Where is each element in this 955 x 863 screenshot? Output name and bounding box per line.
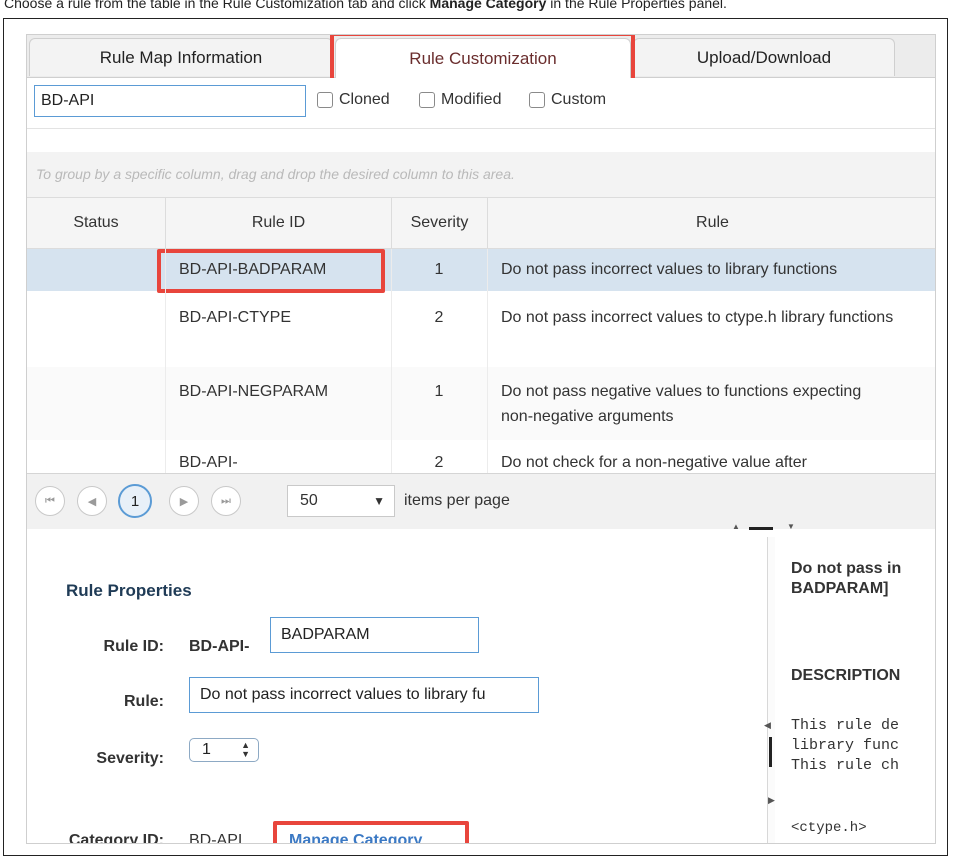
severity-cell: 1 (434, 261, 444, 278)
manage-category-link[interactable]: Manage Category (289, 832, 422, 843)
rule-id-prefix: BD-API- (189, 638, 250, 655)
rule-cell: Do not pass negative values to functions… (501, 383, 862, 425)
collapse-down-icon[interactable]: ▼ (787, 522, 795, 531)
category-id-label: Category ID: (68, 832, 164, 844)
splitter-grip-icon[interactable] (749, 527, 773, 530)
vertical-splitter[interactable]: ◀ ▶ (764, 537, 775, 843)
instruction-text: Choose a rule from the table in the Rule… (4, 0, 727, 11)
severity-cell: 1 (434, 383, 444, 400)
splitter-grip-icon[interactable] (769, 737, 772, 767)
next-page-icon[interactable]: ▶ (169, 486, 199, 516)
doc-title-line: BADPARAM] (791, 580, 889, 597)
tab-upload-download[interactable]: Upload/Download (633, 38, 895, 76)
rule-id-cell: BD-API-BADPARAM (179, 261, 327, 278)
stepper-arrows-icon[interactable]: ▲ ▼ (241, 741, 250, 759)
rule-cell: Do not pass incorrect values to library … (501, 261, 838, 278)
doc-text-line: This rule ch (791, 757, 900, 774)
doc-text-line: This rule de (791, 717, 900, 734)
checkbox-icon[interactable] (529, 92, 545, 108)
current-page-button[interactable]: 1 (118, 484, 152, 518)
rule-input[interactable]: Do not pass incorrect values to library … (189, 677, 539, 713)
collapse-left-icon[interactable]: ◀ (764, 720, 771, 731)
severity-value: 1 (202, 741, 211, 758)
rule-id-input[interactable]: BADPARAM (270, 617, 479, 653)
rule-properties-panel: Rule Properties Rule ID: BD-API- BADPARA… (27, 537, 767, 844)
severity-cell: 2 (434, 309, 444, 326)
custom-checkbox[interactable]: Custom (529, 91, 606, 109)
doc-title: Do not pass in BADPARAM] (791, 559, 901, 599)
column-header-rule-id[interactable]: Rule ID (165, 198, 391, 248)
cloned-checkbox[interactable]: Cloned (317, 91, 390, 109)
rule-cell: Do not check for a non-negative value af… (501, 454, 807, 471)
cloned-label: Cloned (339, 91, 390, 108)
last-page-icon[interactable]: ⏭ (211, 486, 241, 516)
first-page-icon[interactable]: ⏮ (35, 486, 65, 516)
table-header: Status Rule ID Severity Rule (27, 198, 935, 249)
rule-label: Rule: (124, 693, 164, 710)
search-input[interactable] (34, 85, 306, 117)
collapse-right-icon[interactable]: ▶ (768, 795, 775, 806)
modified-label: Modified (441, 91, 502, 108)
tab-rule-map-information[interactable]: Rule Map Information (29, 38, 333, 76)
rule-map-panel: Rule Map Information Rule Customization … (26, 34, 936, 844)
details-area: Rule Properties Rule ID: BD-API- BADPARA… (27, 537, 935, 844)
rule-id-cell: BD-API-CTYPE (179, 309, 292, 326)
column-header-severity[interactable]: Severity (391, 198, 487, 248)
column-divider (487, 249, 488, 473)
pager: ⏮ ◀ 1 ▶ ⏭ 50 ▼ items per page (27, 473, 935, 530)
previous-page-icon[interactable]: ◀ (77, 486, 107, 516)
severity-stepper[interactable]: 1 ▲ ▼ (189, 738, 259, 762)
page-size-select[interactable]: 50 ▼ (287, 485, 395, 517)
rule-id-label: Rule ID: (103, 638, 164, 655)
checkbox-icon[interactable] (419, 92, 435, 108)
doc-text-line: library func (791, 737, 900, 754)
rule-id-cell: BD-API- (179, 454, 238, 471)
table-row[interactable]: BD-API-BADPARAM 1 Do not pass incorrect … (27, 249, 935, 291)
column-header-status[interactable]: Status (27, 198, 165, 248)
tab-bar: Rule Map Information Rule Customization … (27, 35, 935, 78)
column-divider (391, 249, 392, 473)
items-per-page-label: items per page (404, 492, 510, 509)
rule-documentation-panel: Do not pass in BADPARAM] DESCRIPTION This… (775, 537, 935, 843)
doc-section-heading: DESCRIPTION (791, 667, 901, 684)
rule-properties-title: Rule Properties (66, 581, 192, 600)
table-row[interactable]: BD-API- 2 Do not check for a non-negativ… (27, 440, 935, 473)
severity-label: Severity: (96, 750, 164, 767)
group-hint-text: To group by a specific column, drag and … (36, 166, 515, 182)
filter-bar: Cloned Modified Custom (27, 78, 935, 129)
checkbox-icon[interactable] (317, 92, 333, 108)
rule-cell: Do not pass incorrect values to ctype.h … (501, 309, 894, 326)
tab-rule-customization[interactable]: Rule Customization (335, 38, 631, 78)
modified-checkbox[interactable]: Modified (419, 91, 501, 109)
table-row[interactable]: BD-API-NEGPARAM 1 Do not pass negative v… (27, 367, 935, 440)
doc-title-line: Do not pass in (791, 560, 902, 577)
horizontal-splitter[interactable]: ▲ ▼ (27, 522, 935, 537)
chevron-down-icon: ▼ (373, 494, 385, 508)
group-drop-area[interactable]: To group by a specific column, drag and … (27, 152, 935, 198)
collapse-up-icon[interactable]: ▲ (732, 522, 740, 531)
table-row[interactable]: BD-API-CTYPE 2 Do not pass incorrect val… (27, 292, 935, 367)
doc-code-line: <ctype.h> (791, 820, 867, 836)
custom-label: Custom (551, 91, 607, 108)
severity-cell: 2 (434, 454, 444, 471)
category-id-value: BD-API (189, 832, 243, 844)
column-header-rule[interactable]: Rule (487, 198, 935, 248)
page-size-value: 50 (300, 492, 318, 509)
column-divider (165, 249, 166, 473)
rule-id-cell: BD-API-NEGPARAM (179, 383, 329, 400)
